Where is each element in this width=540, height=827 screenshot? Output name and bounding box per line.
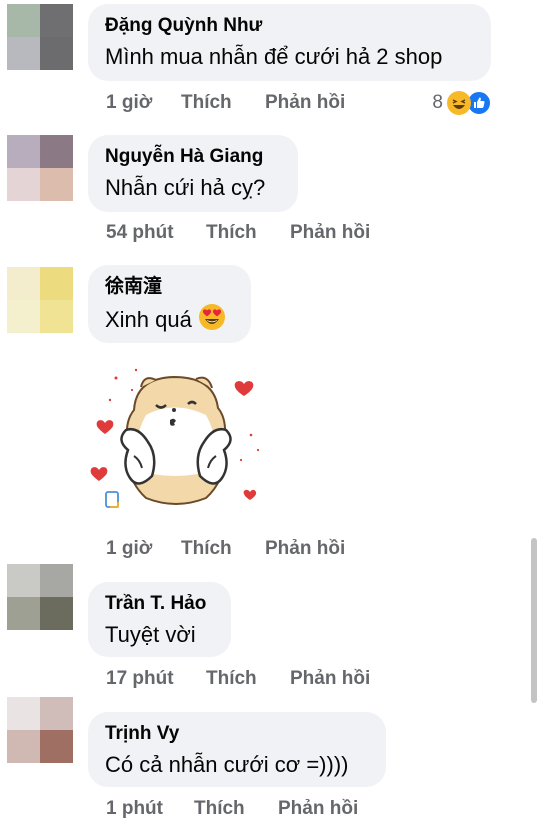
comment-actions: 17 phút Thích Phản hồi — [106, 668, 406, 694]
avatar-cell — [40, 730, 73, 763]
like-button[interactable]: Thích — [181, 92, 232, 114]
avatar-cell — [40, 135, 73, 168]
reply-button[interactable]: Phản hồi — [290, 668, 370, 690]
comment-author[interactable]: Đặng Quỳnh Như — [105, 14, 473, 38]
avatar-cell — [40, 564, 73, 597]
comment-actions: 1 giờ Thích Phản hồi — [106, 538, 406, 564]
comment-bubble: 徐南潼 Xinh quá — [88, 265, 251, 343]
comment-text: Tuyệt vời — [105, 622, 196, 647]
heart-eyes-emoji-icon — [198, 303, 226, 331]
avatar-cell — [7, 730, 40, 763]
avatar-cell — [7, 37, 40, 70]
avatar-cell — [7, 697, 40, 730]
comment-time[interactable]: 54 phút — [106, 222, 174, 244]
avatar-cell — [40, 300, 73, 333]
avatar-cell — [40, 37, 73, 70]
reply-button[interactable]: Phản hồi — [265, 92, 345, 114]
avatar-cell — [7, 564, 40, 597]
reaction-summary[interactable]: 8 — [432, 90, 492, 116]
laugh-reaction-icon — [447, 91, 471, 115]
comment-text: Nhẫn cứi hả cỵ? — [105, 175, 266, 200]
avatar-cell — [7, 267, 40, 300]
comment-time[interactable]: 17 phút — [106, 668, 174, 690]
avatar-cell — [7, 4, 40, 37]
comment-author[interactable]: 徐南潼 — [105, 275, 233, 299]
comment-time[interactable]: 1 giờ — [106, 538, 152, 560]
avatar-cell — [40, 4, 73, 37]
comment-text: Xinh quá — [105, 303, 233, 335]
comment-actions: 1 phút Thích Phản hồi — [106, 798, 406, 824]
avatar-cell — [7, 300, 40, 333]
like-button[interactable]: Thích — [194, 798, 245, 820]
comment-bubble: Đặng Quỳnh Như Mình mua nhẫn để cưới hả … — [88, 4, 491, 81]
avatar-cell — [40, 697, 73, 730]
reply-button[interactable]: Phản hồi — [290, 222, 370, 244]
avatar[interactable] — [7, 4, 73, 70]
comment-author[interactable]: Trần T. Hảo — [105, 592, 213, 616]
like-button[interactable]: Thích — [206, 668, 257, 690]
comment-bubble: Trần T. Hảo Tuyệt vời — [88, 582, 231, 657]
avatar[interactable] — [7, 697, 73, 763]
comment-text-content: Xinh quá — [105, 307, 192, 332]
avatar-cell — [7, 597, 40, 630]
avatar[interactable] — [7, 135, 73, 201]
reply-button[interactable]: Phản hồi — [278, 798, 358, 820]
scrollbar[interactable] — [531, 538, 537, 703]
avatar[interactable] — [7, 564, 73, 630]
comment-text: Có cả nhẫn cưới cơ =)))) — [105, 752, 349, 777]
comment-time[interactable]: 1 phút — [106, 798, 163, 820]
comment-author[interactable]: Trịnh Vy — [105, 722, 368, 746]
avatar[interactable] — [7, 267, 73, 333]
comment-bubble: Nguyễn Hà Giang Nhẫn cứi hả cỵ? — [88, 135, 298, 212]
like-button[interactable]: Thích — [181, 538, 232, 560]
hamster-kiss-sticker[interactable] — [86, 360, 266, 515]
comment-bubble: Trịnh Vy Có cả nhẫn cưới cơ =)))) — [88, 712, 386, 787]
avatar-cell — [7, 168, 40, 201]
avatar-cell — [40, 267, 73, 300]
comment-actions: 54 phút Thích Phản hồi — [106, 222, 406, 248]
avatar-cell — [40, 597, 73, 630]
comment-time[interactable]: 1 giờ — [106, 92, 152, 114]
comment-author[interactable]: Nguyễn Hà Giang — [105, 145, 280, 169]
reaction-count: 8 — [432, 92, 443, 113]
reply-button[interactable]: Phản hồi — [265, 538, 345, 560]
comment-text: Mình mua nhẫn để cưới hả 2 shop — [105, 44, 443, 69]
avatar-cell — [40, 168, 73, 201]
like-button[interactable]: Thích — [206, 222, 257, 244]
avatar-cell — [7, 135, 40, 168]
